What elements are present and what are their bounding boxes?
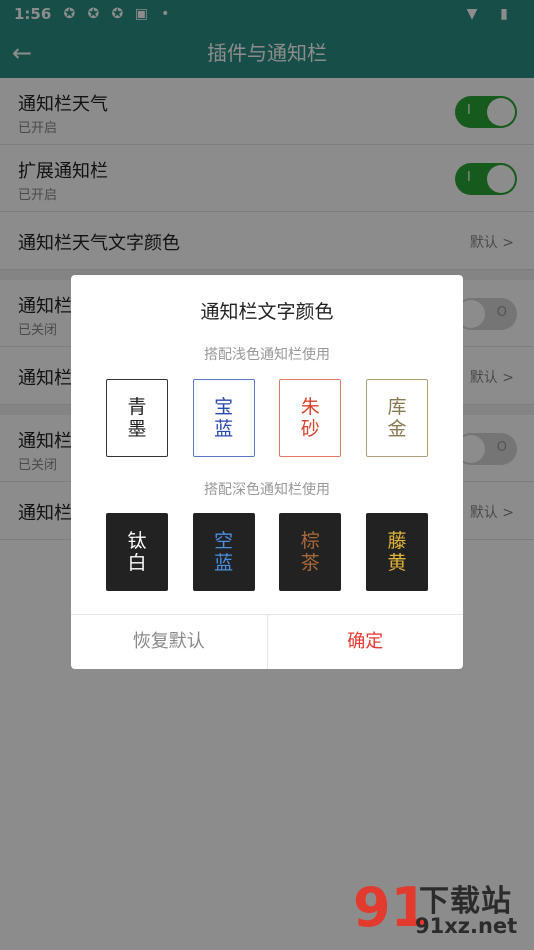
light-swatch-row: 青墨 宝蓝 朱砂 库金 xyxy=(106,379,428,457)
swatch-zongcha[interactable]: 棕茶 xyxy=(279,513,342,591)
swatch-qingmo[interactable]: 青墨 xyxy=(106,379,168,457)
swatch-taibai[interactable]: 钛白 xyxy=(106,513,168,591)
swatch-label: 朱砂 xyxy=(300,396,320,440)
swatch-label: 青墨 xyxy=(127,396,147,440)
swatch-label: 棕茶 xyxy=(300,530,320,574)
swatch-kujin[interactable]: 库金 xyxy=(365,379,428,457)
swatch-label: 空蓝 xyxy=(214,530,234,574)
swatch-tenghuang[interactable]: 藤黄 xyxy=(365,513,428,591)
swatch-label: 钛白 xyxy=(127,530,147,574)
watermark-logo: 91 xyxy=(353,876,429,939)
watermark-en-text: 91xz.net xyxy=(415,914,518,938)
dark-section-label: 搭配深色通知栏使用 xyxy=(204,482,330,498)
restore-default-button[interactable]: 恢复默认 xyxy=(71,615,268,669)
light-section-label: 搭配浅色通知栏使用 xyxy=(204,347,330,363)
dialog-footer: 恢复默认 确定 xyxy=(71,614,463,669)
text-color-dialog: 通知栏文字颜色 搭配浅色通知栏使用 青墨 宝蓝 朱砂 库金 搭配深色通知栏使用 … xyxy=(71,275,463,669)
dialog-title: 通知栏文字颜色 xyxy=(200,301,334,323)
swatch-konglan[interactable]: 空蓝 xyxy=(192,513,255,591)
confirm-button[interactable]: 确定 xyxy=(268,615,464,669)
watermark: 91 下载站 91xz.net xyxy=(353,874,528,944)
swatch-label: 宝蓝 xyxy=(214,396,234,440)
swatch-baolan[interactable]: 宝蓝 xyxy=(192,379,255,457)
dark-swatch-row: 钛白 空蓝 棕茶 藤黄 xyxy=(106,513,428,591)
swatch-label: 藤黄 xyxy=(387,530,407,574)
swatch-label: 库金 xyxy=(387,396,407,440)
swatch-zhusha[interactable]: 朱砂 xyxy=(279,379,342,457)
